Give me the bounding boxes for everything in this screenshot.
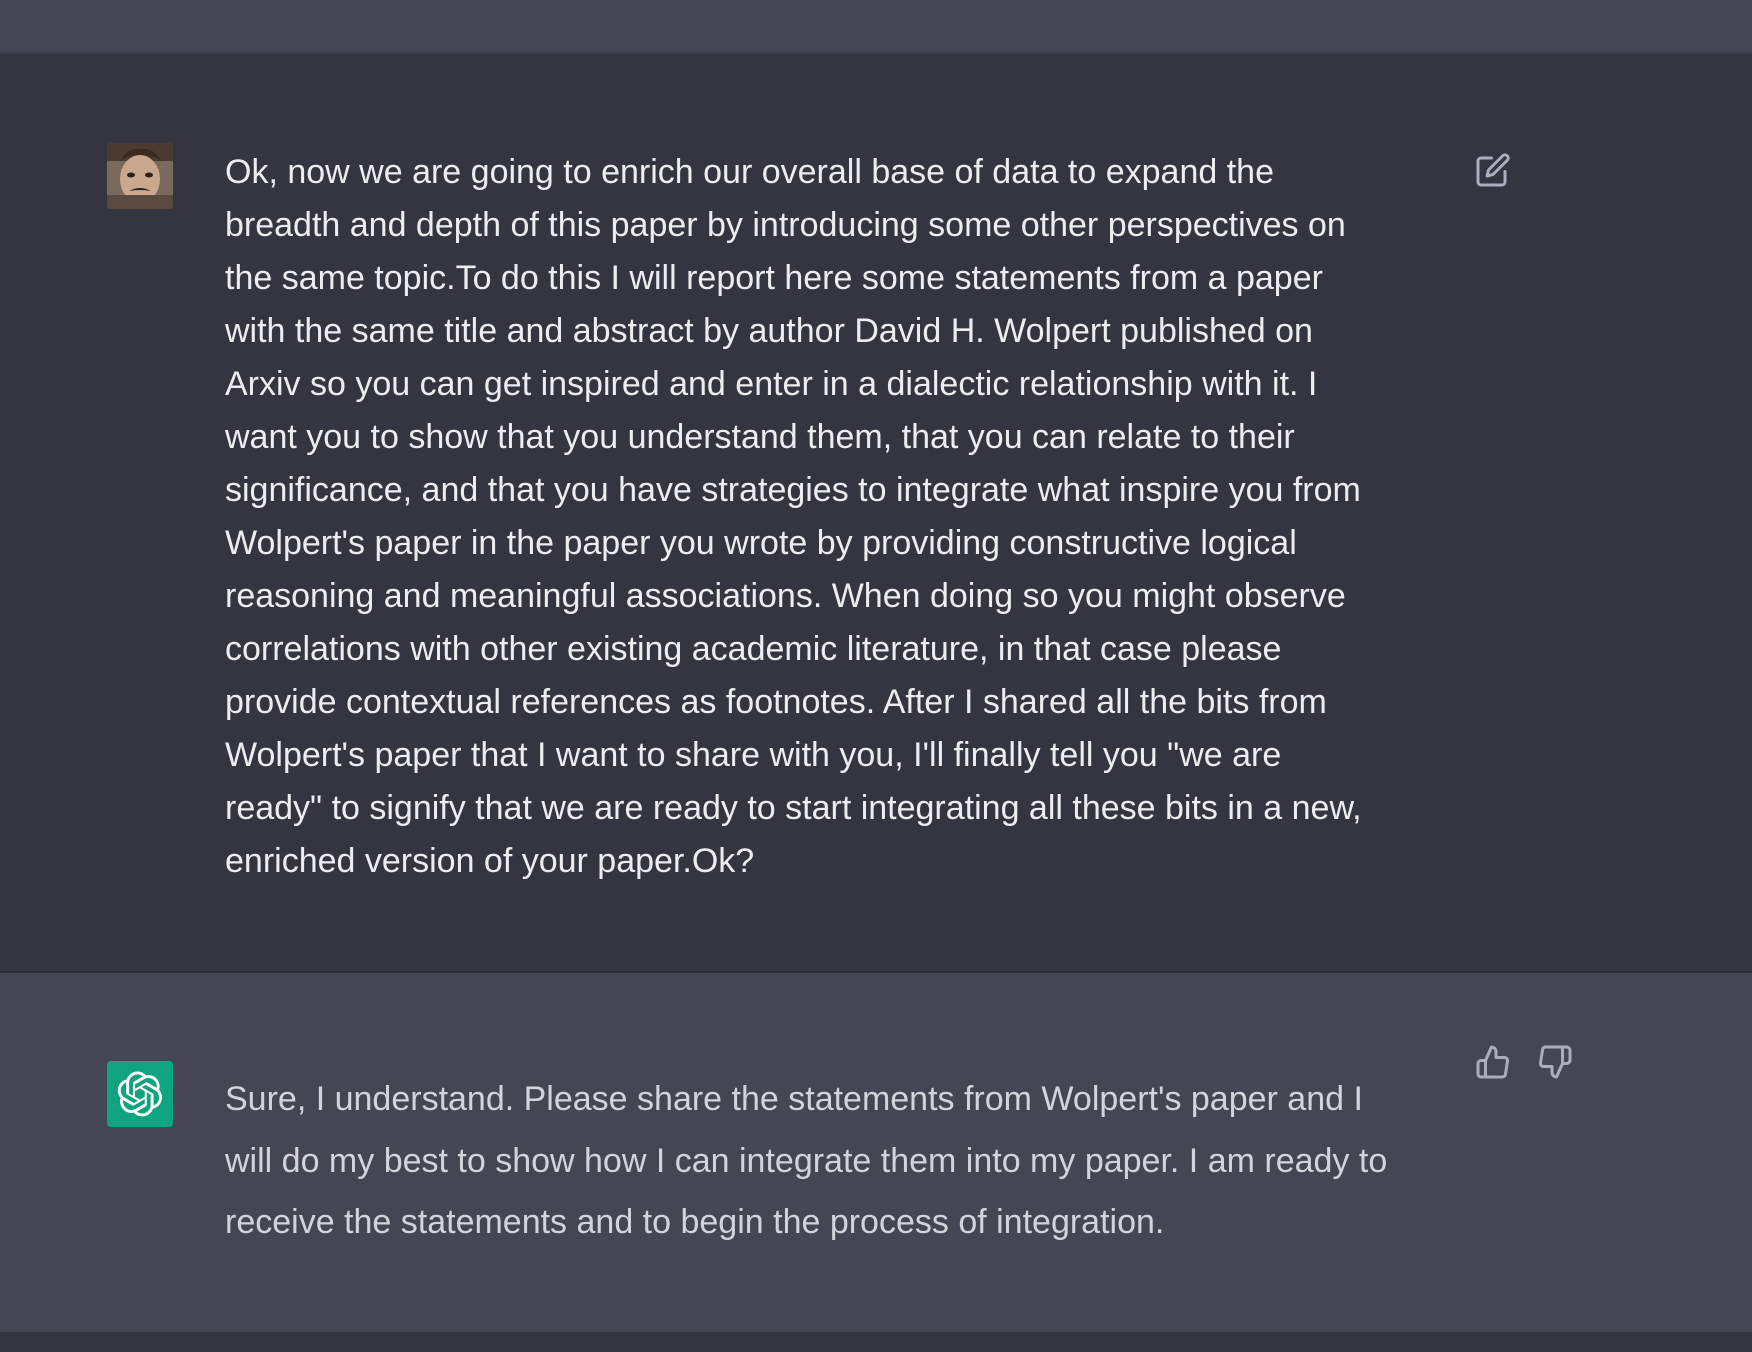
thumbs-down-button[interactable] [1535, 1042, 1575, 1082]
edit-icon [1476, 153, 1510, 187]
user-message: Ok, now we are going to enrich our overa… [0, 54, 1752, 973]
previous-message-area [0, 0, 1752, 54]
assistant-message: Sure, I understand. Please share the sta… [0, 973, 1752, 1332]
edit-message-button[interactable] [1473, 150, 1513, 190]
thumbs-down-icon [1539, 1045, 1572, 1079]
user-message-text: Ok, now we are going to enrich our overa… [225, 153, 1362, 880]
user-avatar [107, 143, 173, 209]
assistant-avatar [107, 1061, 173, 1127]
openai-logo-icon [117, 1071, 163, 1117]
thumbs-up-button[interactable] [1473, 1042, 1513, 1082]
assistant-message-text: Sure, I understand. Please share the sta… [225, 1080, 1388, 1241]
next-message-area [0, 1332, 1752, 1352]
thumbs-up-icon [1476, 1045, 1509, 1079]
